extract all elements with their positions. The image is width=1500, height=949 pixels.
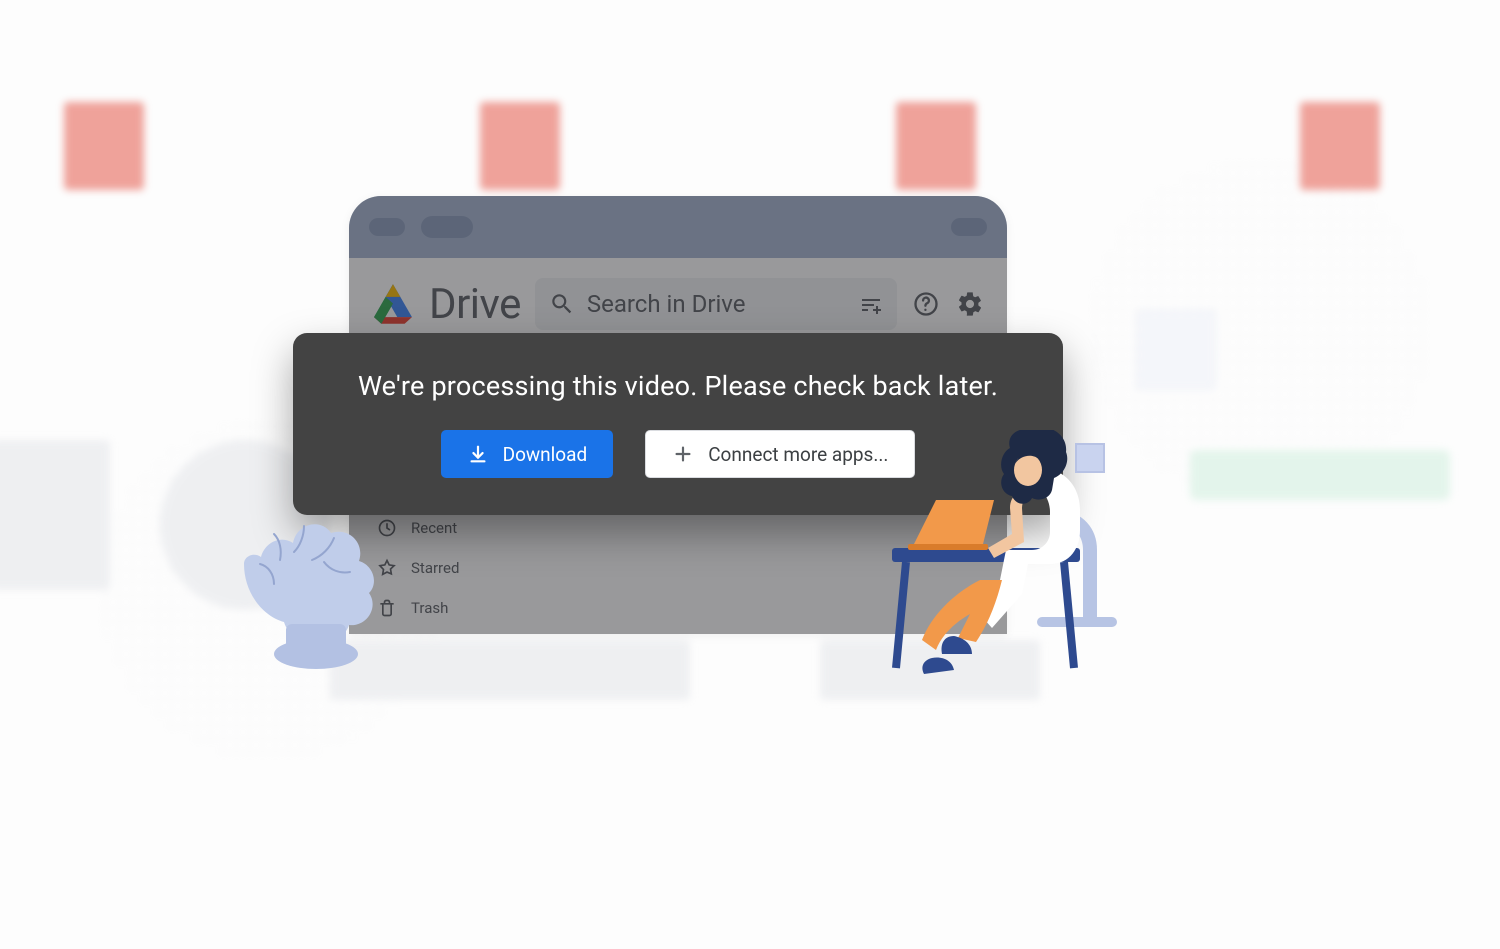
modal-button-row: Download Connect more apps... xyxy=(441,430,916,478)
search-placeholder: Search in Drive xyxy=(587,290,746,318)
clock-icon xyxy=(377,518,397,538)
processing-modal: We're processing this video. Please chec… xyxy=(293,333,1063,515)
drive-header: Drive Search in Drive xyxy=(349,278,1007,330)
search-icon xyxy=(549,291,575,317)
sidebar-item-starred[interactable]: Starred xyxy=(359,548,559,588)
sidebar-item-label: Trash xyxy=(411,599,448,617)
trash-icon xyxy=(377,598,397,618)
window-control xyxy=(951,218,987,236)
window-control xyxy=(369,218,405,236)
decorative-square xyxy=(1075,443,1105,473)
window-control xyxy=(421,216,473,238)
download-button[interactable]: Download xyxy=(441,430,614,478)
modal-message: We're processing this video. Please chec… xyxy=(358,370,998,402)
connect-apps-button[interactable]: Connect more apps... xyxy=(645,430,915,478)
drive-logo-icon xyxy=(371,284,415,324)
download-button-label: Download xyxy=(503,443,588,466)
connect-apps-button-label: Connect more apps... xyxy=(708,443,888,466)
gear-icon[interactable] xyxy=(955,289,985,319)
star-icon xyxy=(377,558,397,578)
plus-icon xyxy=(672,443,694,465)
help-icon[interactable] xyxy=(911,289,941,319)
download-icon xyxy=(467,443,489,465)
sidebar-item-label: Starred xyxy=(411,559,459,577)
search-input[interactable]: Search in Drive xyxy=(535,278,897,330)
sidebar-item-label: Recent xyxy=(411,519,457,537)
sidebar-item-trash[interactable]: Trash xyxy=(359,588,559,628)
app-title: Drive xyxy=(429,280,521,329)
window-title-bar xyxy=(349,196,1007,258)
search-options-icon[interactable] xyxy=(859,292,883,316)
